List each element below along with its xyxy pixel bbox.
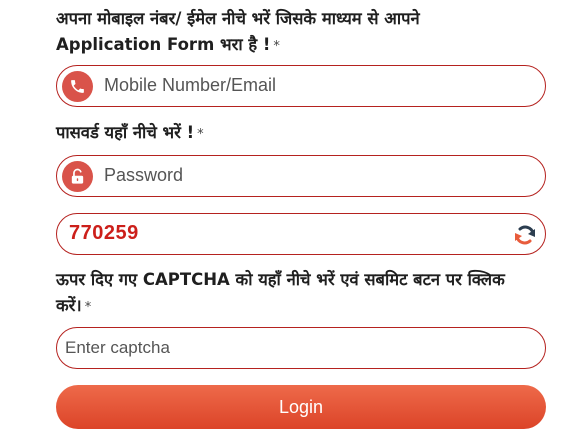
unlock-icon <box>62 161 93 192</box>
mobile-email-input[interactable] <box>104 66 524 105</box>
captcha-display: 770259 <box>56 213 546 255</box>
mobile-email-label-line1: अपना मोबाइल नंबर/ ईमेल नीचे भरें जिसके म… <box>56 9 420 28</box>
password-label-text: पासवर्ड यहाँ नीचे भरें ! <box>56 123 195 142</box>
login-button[interactable]: Login <box>56 385 546 429</box>
captcha-code: 770259 <box>69 222 139 244</box>
refresh-icon[interactable] <box>511 221 539 249</box>
mobile-email-field[interactable] <box>56 65 546 107</box>
mobile-email-label-text: Application Form भरा है ! <box>56 35 271 54</box>
required-asterisk: * <box>197 127 204 142</box>
captcha-field[interactable] <box>56 327 546 369</box>
password-label: पासवर्ड यहाँ नीचे भरें ! * <box>56 120 546 148</box>
password-field[interactable] <box>56 155 546 197</box>
required-asterisk: * <box>273 39 280 54</box>
captcha-label: ऊपर दिए गए CAPTCHA को यहाँ नीचे भरें एवं… <box>56 267 546 321</box>
required-asterisk: * <box>84 300 92 315</box>
mobile-email-label: अपना मोबाइल नंबर/ ईमेल नीचे भरें जिसके म… <box>56 6 546 60</box>
captcha-input[interactable] <box>65 328 525 367</box>
password-input[interactable] <box>104 156 524 195</box>
captcha-label-line2: करें। * <box>56 293 546 321</box>
phone-icon <box>62 71 93 102</box>
captcha-label-line1: ऊपर दिए गए CAPTCHA को यहाँ नीचे भरें एवं… <box>56 270 505 289</box>
mobile-email-label-line2: Application Form भरा है ! * <box>56 32 546 60</box>
captcha-label-text: करें। <box>56 296 82 315</box>
